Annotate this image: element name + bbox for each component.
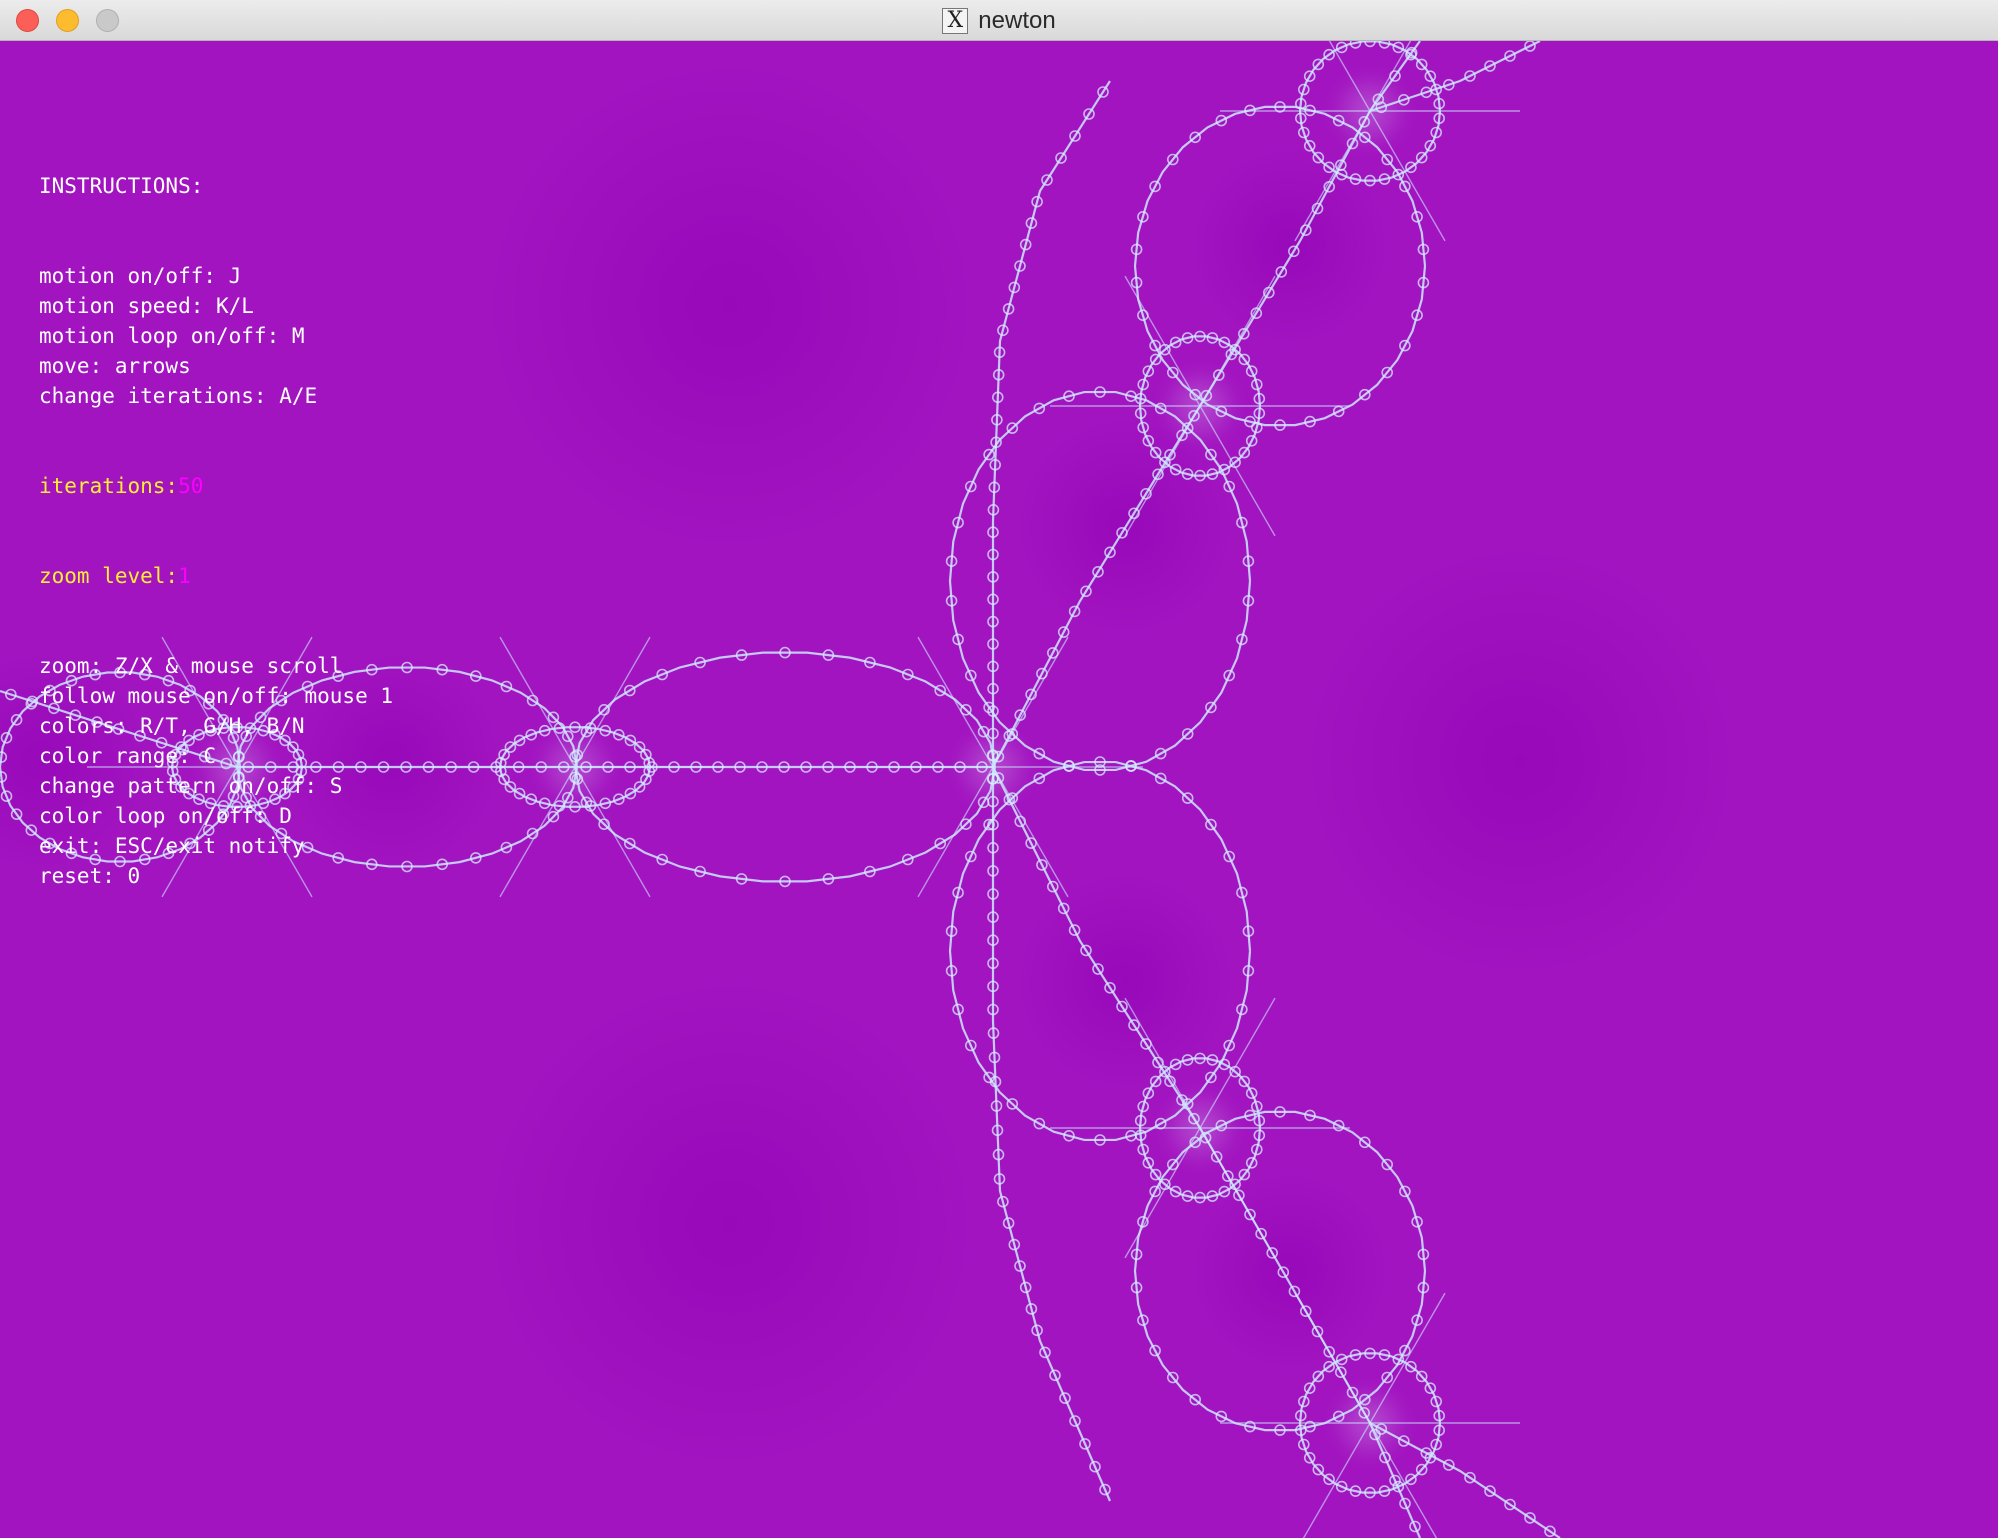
- iterations-label: iterations:: [39, 474, 179, 498]
- basin-8: [1190, 1171, 1390, 1371]
- instructions-list-before: motion on/off: J motion speed: K/L motion …: [39, 261, 393, 411]
- instructions-heading: INSTRUCTIONS:: [39, 174, 204, 198]
- instruction-line-after-1: follow mouse on/off: mouse 1: [39, 684, 394, 708]
- zoom-level-row: zoom level:1: [39, 561, 393, 591]
- iterations-value: 50: [178, 474, 204, 498]
- instruction-line-after-3: color range: C: [39, 744, 217, 768]
- instruction-line-2: motion loop on/off: M: [39, 324, 305, 348]
- instruction-line-4: change iterations: A/E: [39, 384, 318, 408]
- instruction-line-0: motion on/off: J: [39, 264, 242, 288]
- window-title-group: X newton: [0, 0, 1998, 41]
- zoom-level-label: zoom level:: [39, 564, 179, 588]
- instruction-line-after-5: color loop on/off: D: [39, 804, 292, 828]
- instruction-line-1: motion speed: K/L: [39, 294, 254, 318]
- app-window: X newton INSTRUCTIONS: motion on/off: J …: [0, 0, 1998, 1538]
- iterations-row: iterations:50: [39, 471, 393, 501]
- fractal-canvas[interactable]: INSTRUCTIONS: motion on/off: J motion spe…: [0, 41, 1998, 1538]
- instruction-line-after-7: reset: 0: [39, 864, 141, 888]
- instruction-line-after-2: colors: R/T, G/H, B/N: [39, 714, 305, 738]
- instructions-panel: INSTRUCTIONS: motion on/off: J motion spe…: [39, 111, 393, 951]
- zoom-level-value: 1: [178, 564, 191, 588]
- instruction-line-3: move: arrows: [39, 354, 191, 378]
- basin-2: [480, 973, 980, 1473]
- basin-0: [480, 56, 980, 556]
- x11-icon: X: [942, 7, 969, 34]
- instruction-line-after-4: change pattern on/off: S: [39, 774, 343, 798]
- instructions-list-after: zoom: Z/X & mouse scroll follow mouse on/…: [39, 651, 393, 891]
- x11-icon-glyph: X: [947, 8, 964, 33]
- window-title: newton: [978, 6, 1056, 34]
- instruction-line-after-6: exit: ESC/exit notify: [39, 834, 305, 858]
- basin-1: [1300, 541, 1740, 981]
- instruction-line-after-0: zoom: Z/X & mouse scroll: [39, 654, 343, 678]
- title-bar[interactable]: X newton: [0, 0, 1998, 41]
